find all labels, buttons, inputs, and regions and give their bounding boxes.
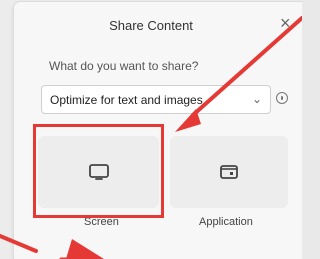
share-question-label: What do you want to share? (49, 59, 199, 73)
chevron-down-icon: ⌄ (251, 92, 262, 106)
info-icon[interactable] (276, 92, 288, 104)
screenshot: Share Content × What do you want to shar… (0, 0, 302, 259)
optimization-select-value: Optimize for text and images (50, 93, 203, 107)
dialog-title: Share Content (109, 18, 193, 33)
monitor-icon (88, 164, 109, 180)
optimization-select[interactable]: Optimize for text and images ⌄ (41, 85, 271, 114)
share-content-dialog (14, 2, 302, 259)
application-option-label: Application (199, 216, 253, 228)
share-screen-option[interactable] (38, 136, 159, 208)
window-icon (220, 165, 238, 179)
share-application-option[interactable] (170, 136, 288, 208)
close-button[interactable]: × (280, 13, 291, 34)
screen-option-label: Screen (84, 216, 119, 228)
